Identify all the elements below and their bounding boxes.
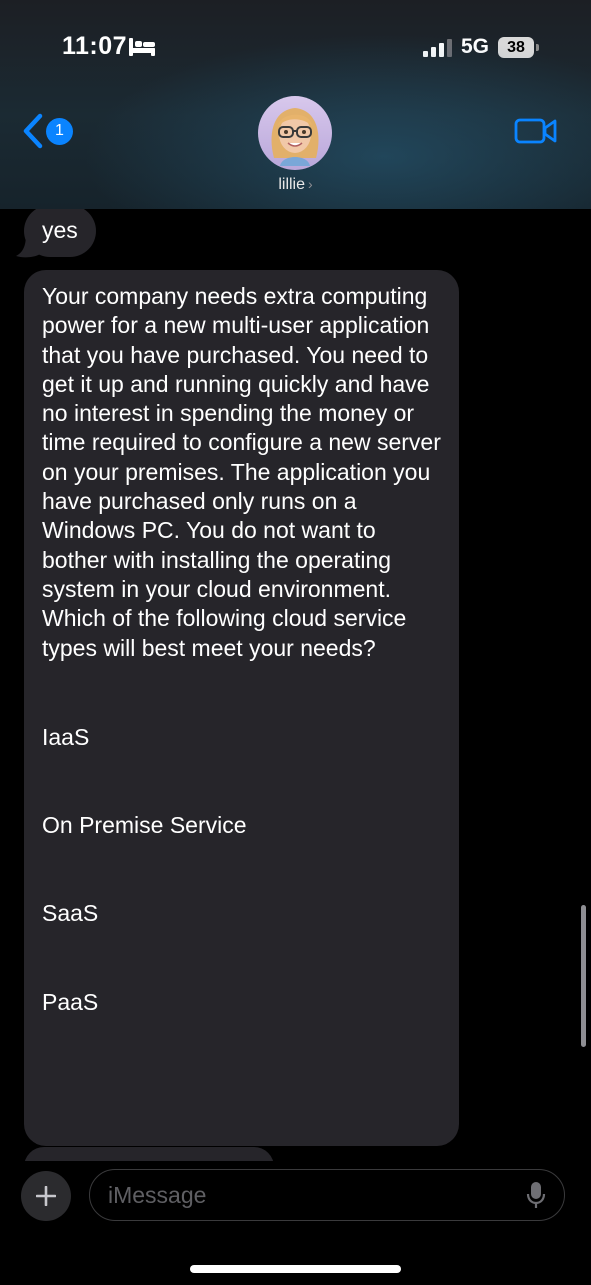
question-text: Your company needs extra computing power… xyxy=(42,283,441,661)
plus-icon xyxy=(36,1186,56,1206)
contact-name[interactable]: lillie › xyxy=(0,176,591,194)
messages-screen: 11:07 5G 38 1 lillie › yes Your company … xyxy=(0,0,591,1285)
status-time: 11:07 xyxy=(62,32,128,60)
answer-option: IaaS xyxy=(42,723,90,750)
answer-option: SaaS xyxy=(42,900,99,927)
message-bubble-partial[interactable] xyxy=(24,1147,274,1161)
message-bubble-received[interactable]: yes xyxy=(24,209,96,257)
chevron-right-icon: › xyxy=(308,176,313,192)
battery-icon: 38 xyxy=(498,37,534,58)
battery-level: 38 xyxy=(507,38,525,56)
back-button[interactable]: 1 xyxy=(22,112,82,150)
contact-name-label: lillie xyxy=(278,176,305,193)
memoji-avatar-icon xyxy=(271,108,319,166)
message-input-placeholder: iMessage xyxy=(108,1182,207,1208)
scrollbar[interactable] xyxy=(581,905,586,1047)
message-input[interactable]: iMessage xyxy=(89,1169,565,1221)
home-indicator[interactable] xyxy=(190,1265,401,1273)
input-bar: iMessage xyxy=(0,1161,591,1285)
avatar[interactable] xyxy=(258,96,332,170)
back-chevron-icon xyxy=(23,113,43,149)
signal-icon xyxy=(423,39,452,57)
message-bubble-received[interactable]: Your company needs extra computing power… xyxy=(24,270,459,1146)
answer-option: PaaS xyxy=(42,988,99,1015)
battery-tip xyxy=(536,44,539,51)
message-list[interactable]: yes Your company needs extra computing p… xyxy=(0,209,591,1161)
conversation-header: 11:07 5G 38 1 lillie › xyxy=(0,0,591,209)
network-type: 5G xyxy=(461,35,490,58)
video-camera-icon[interactable] xyxy=(514,116,558,146)
microphone-icon[interactable] xyxy=(526,1181,546,1209)
message-text: yes xyxy=(42,217,78,244)
bed-icon xyxy=(129,38,155,56)
unread-badge: 1 xyxy=(46,117,73,145)
apps-button[interactable] xyxy=(21,1171,71,1221)
answer-option: On Premise Service xyxy=(42,812,247,839)
